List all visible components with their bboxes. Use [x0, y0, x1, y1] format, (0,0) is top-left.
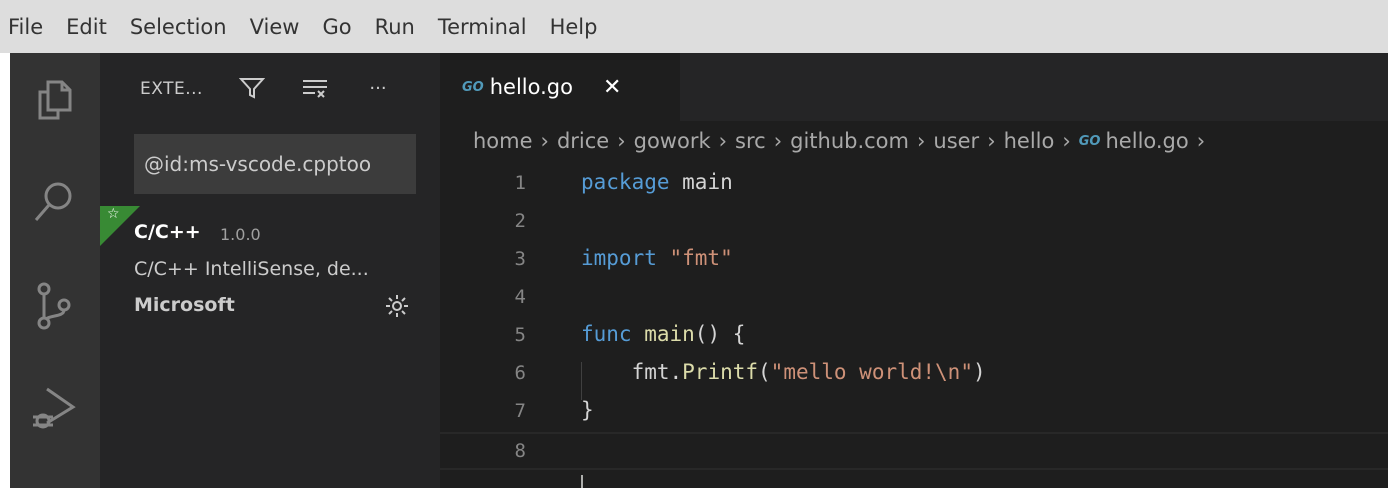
breadcrumb-item[interactable]: github.com [790, 129, 909, 153]
close-icon[interactable]: ✕ [603, 75, 621, 100]
extension-version: 1.0.0 [220, 225, 261, 244]
code-line: 5 func main() { [440, 318, 1388, 356]
chevron-right-icon: › [1062, 129, 1071, 153]
chevron-right-icon: › [718, 129, 728, 153]
tab-bar: GO hello.go ✕ [440, 53, 1388, 121]
go-file-icon: GO [1078, 133, 1101, 149]
tab-hello-go[interactable]: GO hello.go ✕ [440, 53, 680, 121]
menu-go[interactable]: Go [322, 15, 351, 39]
line-number: 3 [514, 248, 526, 270]
line-content: import "fmt" [581, 246, 733, 270]
code-line: 2 [440, 204, 1388, 242]
menu-help[interactable]: Help [550, 15, 598, 39]
tab-label: hello.go [489, 75, 573, 99]
line-content: func main() { [581, 322, 746, 346]
breadcrumb-item[interactable]: gowork [634, 129, 711, 153]
menu-edit[interactable]: Edit [66, 15, 107, 39]
menu-view[interactable]: View [250, 15, 300, 39]
code-line: 1 package main [440, 166, 1388, 204]
line-number: 5 [514, 324, 526, 346]
text-cursor [581, 475, 583, 488]
line-content: fmt.Printf("mello world!\n") [581, 360, 986, 384]
gear-icon[interactable] [383, 292, 411, 320]
indent-guide [581, 362, 582, 400]
breadcrumb-item[interactable]: home [473, 129, 533, 153]
extension-search-input[interactable] [134, 134, 416, 194]
line-number: 2 [514, 210, 526, 232]
star-icon: ☆ [107, 206, 120, 222]
breadcrumb-item[interactable]: drice [557, 129, 609, 153]
extension-description: C/C++ IntelliSense, de... [134, 258, 369, 280]
code-line: 4 [440, 280, 1388, 318]
menu-terminal[interactable]: Terminal [438, 15, 527, 39]
sidebar-title: EXTE... [140, 79, 203, 99]
source-control-icon[interactable] [27, 279, 81, 333]
explorer-icon[interactable] [27, 73, 81, 127]
clear-extensions-icon[interactable] [300, 73, 330, 103]
breadcrumb: home › drice › gowork › src › github.com… [440, 121, 1388, 161]
search-icon[interactable] [27, 175, 81, 229]
line-content: } [581, 398, 594, 422]
chevron-right-icon: › [540, 129, 549, 153]
chevron-right-icon: › [773, 129, 783, 153]
menu-bar: File Edit Selection View Go Run Terminal… [0, 0, 1388, 53]
breadcrumb-item[interactable]: hello [1004, 129, 1055, 153]
run-debug-icon[interactable] [27, 381, 81, 435]
line-number: 8 [514, 440, 526, 462]
chevron-right-icon: › [617, 129, 626, 153]
extension-name: C/C++ [134, 221, 201, 243]
line-number: 7 [514, 400, 526, 422]
more-actions-icon[interactable]: ··· [363, 73, 393, 103]
code-line: 7 } [440, 394, 1388, 432]
breadcrumb-item[interactable]: user [933, 129, 979, 153]
go-file-icon: GO [462, 79, 484, 95]
menu-file[interactable]: File [8, 15, 43, 39]
menu-selection[interactable]: Selection [130, 15, 227, 39]
line-number: 4 [514, 286, 526, 308]
breadcrumb-item[interactable]: src [735, 129, 766, 153]
code-editor[interactable]: 1 package main 2 3 import "fmt" 4 5 func… [440, 166, 1388, 470]
line-number: 1 [514, 172, 526, 194]
code-line: 3 import "fmt" [440, 242, 1388, 280]
chevron-right-icon: › [916, 129, 926, 153]
extension-list-item[interactable]: ☆ C/C++ 1.0.0 C/C++ IntelliSense, de... … [100, 206, 440, 326]
extensions-sidebar: EXTE... ··· ☆ C/C++ 1.0.0 C/C++ IntelliS… [100, 53, 440, 488]
filter-icon[interactable] [237, 73, 267, 103]
activity-bar [10, 53, 100, 488]
editor-area: GO hello.go ✕ home › drice › gowork › sr… [440, 53, 1388, 488]
current-code-line: 8 [440, 432, 1388, 470]
chevron-right-icon: › [987, 129, 996, 153]
workbench: EXTE... ··· ☆ C/C++ 1.0.0 C/C++ IntelliS… [10, 53, 1388, 488]
extension-publisher: Microsoft [134, 294, 235, 316]
chevron-right-icon: › [1196, 129, 1206, 153]
breadcrumb-item[interactable]: hello.go [1106, 129, 1189, 153]
line-content: package main [581, 170, 733, 194]
line-number: 6 [514, 362, 526, 384]
menu-run[interactable]: Run [375, 15, 415, 39]
code-line: 6 fmt.Printf("mello world!\n") [440, 356, 1388, 394]
